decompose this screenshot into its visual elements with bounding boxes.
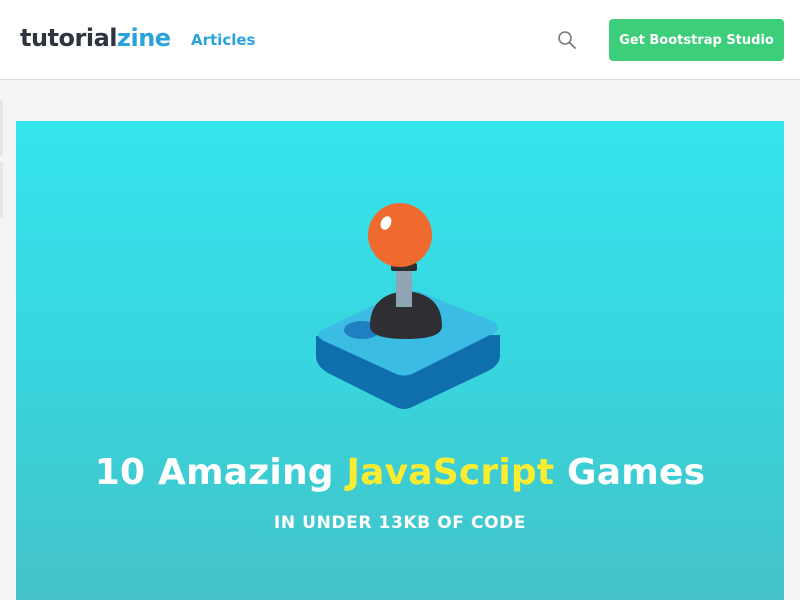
title-text-end: Games bbox=[554, 452, 706, 493]
get-bootstrap-studio-button[interactable]: Get Bootstrap Studio bbox=[609, 19, 784, 61]
article-subtitle: IN UNDER 13KB OF CODE bbox=[273, 513, 527, 533]
search-icon[interactable] bbox=[557, 30, 577, 50]
article-title[interactable]: 10 Amazing JavaScript Games bbox=[16, 451, 784, 495]
site-header: tutorialzine Articles Get Bootstrap Stud… bbox=[0, 0, 800, 80]
article-hero-banner[interactable]: 10 Amazing JavaScript Games IN UNDER 13K… bbox=[16, 121, 784, 600]
edge-gap bbox=[0, 156, 3, 162]
nav-link-articles[interactable]: Articles bbox=[191, 30, 255, 50]
joystick-icon bbox=[296, 201, 506, 413]
title-highlight: JavaScript bbox=[346, 452, 555, 493]
site-logo[interactable]: tutorialzine bbox=[20, 23, 171, 53]
logo-text-accent: zine bbox=[117, 24, 171, 52]
logo-text-primary: tutorial bbox=[20, 24, 118, 52]
title-text: 10 Amazing bbox=[94, 452, 347, 493]
page-edge-decoration bbox=[0, 100, 3, 218]
